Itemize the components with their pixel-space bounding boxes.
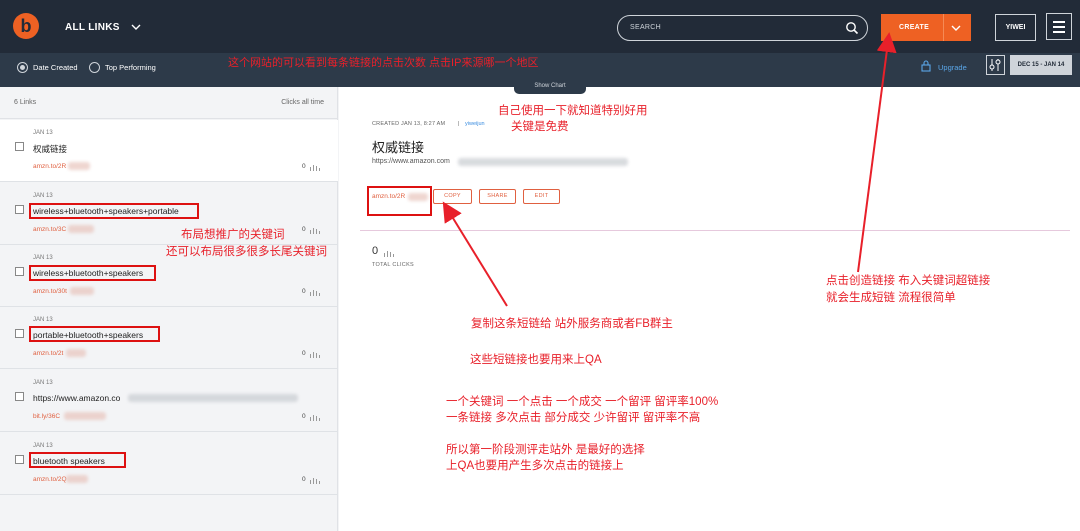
annotation-copy: 复制这条短链给 站外服务商或者FB群主: [471, 318, 673, 330]
annotation-self-use-2: 关键是免费: [511, 121, 569, 133]
annotation-conclusion-2: 上QA也要用产生多次点击的链接上: [446, 460, 624, 472]
annotation-top: 这个网站的可以看到每条链接的点击次数 点击IP来源哪一个地区: [228, 57, 539, 69]
annotation-create-1: 点击创造链接 布入关键词超链接: [826, 275, 991, 287]
annotation-create-2: 就会生成短链 流程很简单: [826, 292, 956, 304]
annotation-layout-1: 布局想推广的关键词: [181, 229, 285, 241]
annotation-qa: 这些短链接也要用来上QA: [470, 354, 602, 366]
arrow-to-create: [857, 32, 897, 273]
annotation-layout-2: 还可以布局很多很多长尾关键词: [166, 246, 327, 258]
arrow-to-short-link: [442, 201, 508, 307]
annotation-compare-1: 一个关键词 一个点击 一个成交 一个留评 留评率100%: [446, 396, 719, 408]
annotation-self-use-1: 自己使用一下就知道特别好用: [498, 105, 648, 117]
annotation-compare-2: 一条链接 多次点击 部分成交 少许留评 留评率不高: [446, 412, 701, 424]
annotation-conclusion-1: 所以第一阶段测评走站外 是最好的选择: [446, 444, 645, 456]
